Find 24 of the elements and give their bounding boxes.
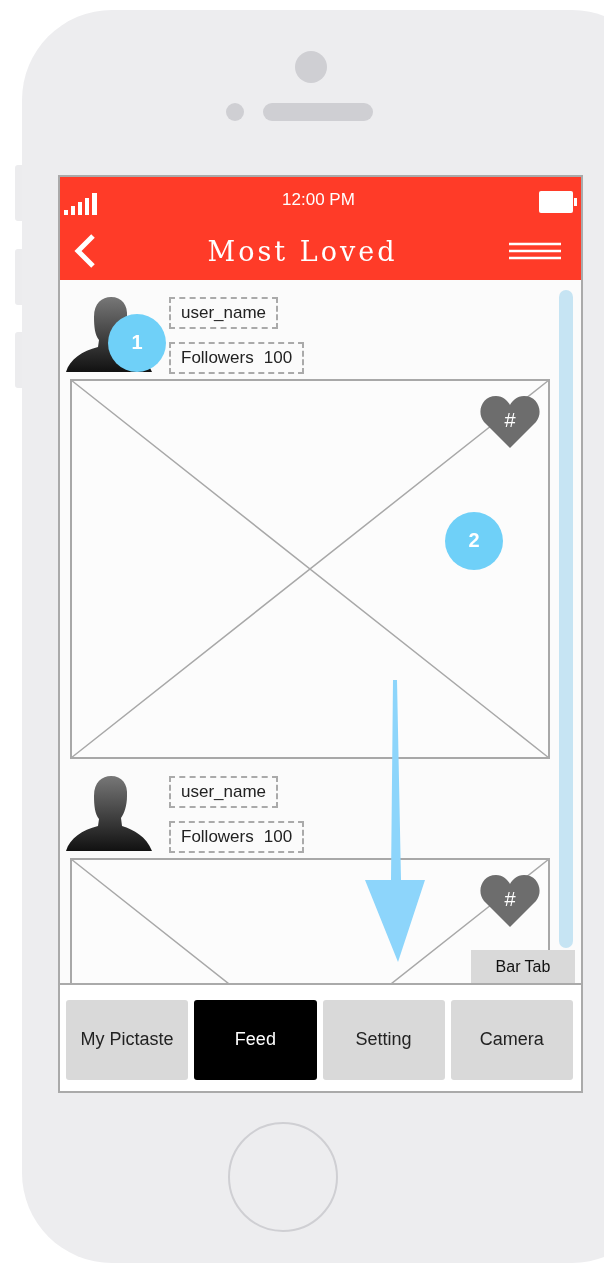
sensor-dot: [226, 103, 244, 121]
avatar-silhouette-icon: [66, 775, 152, 851]
scrollbar[interactable]: [559, 289, 573, 948]
back-icon[interactable]: [74, 234, 96, 269]
followers-label: Followers: [181, 347, 254, 368]
camera-dot: [295, 51, 327, 83]
tab[interactable]: Setting: [322, 1000, 445, 1080]
annotation-marker: 1: [108, 313, 166, 372]
followers-count: 100: [263, 826, 293, 847]
username-field: user_name: [169, 296, 279, 329]
bar-tab-label: Bar Tab: [471, 949, 575, 984]
tab[interactable]: Feed: [194, 1000, 317, 1080]
menu-icon[interactable]: [509, 242, 561, 261]
followers-label: Followers: [181, 826, 254, 847]
tab[interactable]: Camera: [450, 1000, 573, 1080]
followers-count: 100: [263, 347, 293, 368]
heart-badge[interactable]: #: [480, 393, 540, 448]
signal-icon: [64, 192, 98, 215]
heart-badge[interactable]: #: [480, 872, 540, 927]
screen-title: Most Loved: [207, 235, 398, 267]
tab[interactable]: My Pictaste: [66, 1000, 189, 1080]
status-time: 12:00 PM: [282, 189, 355, 210]
username-field: user_name: [169, 775, 279, 808]
battery-icon: [539, 190, 577, 213]
